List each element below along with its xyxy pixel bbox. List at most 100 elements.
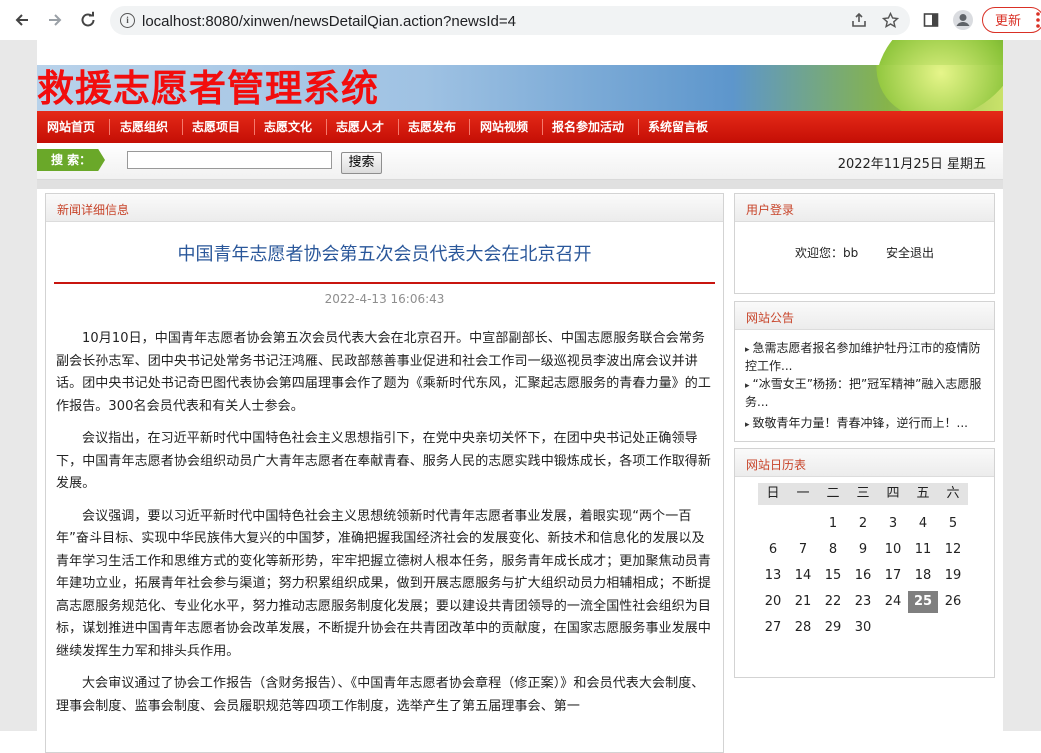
login-status: 欢迎您：bb 安全退出 — [735, 244, 994, 261]
browser-toolbar: i localhost:8080/xinwen/newsDetailQian.a… — [0, 0, 1041, 41]
news-timestamp: 2022-4-13 16:06:43 — [324, 292, 445, 306]
calendar-day: 18 — [914, 568, 932, 583]
calendar-weekday: 三 — [848, 483, 878, 505]
nav-separator — [326, 119, 327, 135]
section-gap — [37, 180, 1003, 189]
panel-heading: 新闻详细信息 — [57, 203, 130, 217]
share-icon[interactable] — [850, 11, 868, 29]
calendar-day: 17 — [884, 568, 902, 583]
back-icon[interactable] — [10, 8, 34, 32]
nav-video[interactable]: 网站视频 — [480, 111, 528, 143]
announcement-panel: 网站公告 ▸ 急需志愿者报名参加维护牡丹江市的疫情防控工作... ▸ “冰雪女王”杨… — [734, 301, 995, 442]
news-body: 10月10日，中国青年志愿者协会第五次会员代表大会在北京召开。中宣部副部长、中国… — [56, 328, 716, 728]
calendar-day: 19 — [944, 568, 962, 583]
nav-projects[interactable]: 志愿项目 — [192, 111, 240, 143]
panel-header: 网站公告 — [735, 302, 994, 330]
calendar-day: 10 — [884, 542, 902, 557]
nav-culture[interactable]: 志愿文化 — [264, 111, 312, 143]
nav-separator — [469, 119, 470, 135]
page-background: 救援志愿者管理系统 网站首页 志愿组织 志愿项目 志愿文化 志愿人才 志愿发布 … — [0, 40, 1041, 753]
calendar-day: 29 — [824, 620, 842, 635]
calendar-day: 3 — [888, 516, 898, 531]
profile-avatar-icon[interactable] — [951, 8, 975, 32]
forward-icon[interactable] — [43, 8, 67, 32]
nav-separator — [638, 119, 639, 135]
panel-heading: 网站公告 — [746, 311, 795, 325]
nav-separator — [182, 119, 183, 135]
url-text[interactable]: localhost:8080/xinwen/newsDetailQian.act… — [142, 13, 516, 30]
calendar-day: 9 — [858, 542, 868, 557]
nav-organizations[interactable]: 志愿组织 — [120, 111, 168, 143]
nav-signup-activity[interactable]: 报名参加活动 — [552, 111, 624, 143]
nav-separator — [542, 119, 543, 135]
calendar-panel: 网站日历表 日一二三四五六 1 2 3 4 5 6 7 8 9 10 11 12 13 14 15 16 17 18… — [734, 448, 995, 678]
calendar-day: 21 — [794, 594, 812, 609]
update-label: 更新 — [995, 13, 1022, 28]
search-input[interactable] — [127, 151, 332, 169]
main-navigation: 网站首页 志愿组织 志愿项目 志愿文化 志愿人才 志愿发布 网站视频 报名参加活… — [37, 111, 1003, 143]
site-info-icon[interactable]: i — [120, 13, 135, 28]
announcement-item[interactable]: ▸ 致敬青年力量！青春冲锋，逆行而上！... — [745, 415, 987, 433]
announcement-item[interactable]: ▸ 急需志愿者报名参加维护牡丹江市的疫情防控工作... — [745, 340, 987, 374]
announcement-link[interactable]: 致敬青年力量！青春冲锋，逆行而上！... — [753, 416, 968, 430]
calendar-day: 27 — [764, 620, 782, 635]
search-button[interactable]: 搜索 — [341, 152, 382, 174]
panel-header: 网站日历表 — [735, 449, 994, 477]
calendar-weekday: 二 — [818, 483, 848, 505]
calendar-day: 1 — [828, 516, 838, 531]
calendar-day: 13 — [764, 568, 782, 583]
calendar-weekday: 日 — [758, 483, 788, 505]
panel-header: 用户登录 — [735, 194, 994, 222]
calendar-day: 28 — [794, 620, 812, 635]
news-paragraph: 会议强调，要以习近平新时代中国特色社会主义思想统领新时代青年志愿者事业发展，着眼… — [56, 508, 712, 659]
calendar-day: 26 — [944, 594, 962, 609]
search-bar: 搜 索： 搜索 2022年11月25日 星期五 — [37, 143, 1003, 180]
announcement-link[interactable]: 急需志愿者报名参加维护牡丹江市的疫情防控工作... — [745, 341, 981, 373]
more-menu-icon[interactable] — [1026, 8, 1041, 32]
nav-publish[interactable]: 志愿发布 — [408, 111, 456, 143]
news-paragraph: 大会审议通过了协会工作报告（含财务报告）、《中国青年志愿者协会章程（修正案）》和… — [56, 676, 705, 714]
nav-guestbook[interactable]: 系统留言板 — [648, 111, 708, 143]
address-bar[interactable]: i localhost:8080/xinwen/newsDetailQian.a… — [110, 6, 910, 35]
current-date: 2022年11月25日 星期五 — [837, 157, 986, 172]
calendar-day: 15 — [824, 568, 842, 583]
panel-header: 新闻详细信息 — [46, 194, 723, 222]
calendar-day: 7 — [798, 542, 808, 557]
news-detail-panel: 新闻详细信息 中国青年志愿者协会第五次会员代表大会在北京召开 2022-4-13… — [45, 193, 724, 753]
calendar-day: 8 — [828, 542, 838, 557]
calendar-day-today: 25 — [908, 591, 938, 613]
bullet-icon: ▸ — [745, 345, 750, 355]
side-panel-icon[interactable] — [919, 8, 943, 32]
calendar-day: 14 — [794, 568, 812, 583]
bullet-icon: ▸ — [745, 381, 750, 391]
bullet-icon: ▸ — [745, 420, 750, 430]
nav-home[interactable]: 网站首页 — [47, 111, 95, 143]
panel-heading: 网站日历表 — [746, 458, 807, 472]
calendar-day: 23 — [854, 594, 872, 609]
calendar-day: 11 — [914, 542, 932, 557]
calendar-weekday: 一 — [788, 483, 818, 505]
announcement-link[interactable]: “冰雪女王”杨扬：把”冠军精神”融入志愿服务... — [745, 377, 981, 409]
title-divider — [54, 282, 715, 284]
nav-separator — [109, 119, 110, 135]
calendar-weekday: 四 — [878, 483, 908, 505]
welcome-text: 欢迎您：bb — [794, 246, 859, 260]
calendar-day: 12 — [944, 542, 962, 557]
nav-separator — [254, 119, 255, 135]
reload-icon[interactable] — [76, 8, 100, 32]
panel-heading: 用户登录 — [746, 203, 795, 217]
news-paragraph: 会议指出，在习近平新时代中国特色社会主义思想指引下，在党中央亲切关怀下，在团中央… — [56, 431, 712, 491]
bookmark-star-icon[interactable] — [881, 11, 899, 29]
calendar-day: 16 — [854, 568, 872, 583]
calendar-weekday: 五 — [908, 483, 938, 505]
announcement-item[interactable]: ▸ “冰雪女王”杨扬：把”冠军精神”融入志愿服务... — [745, 376, 987, 410]
news-title: 中国青年志愿者协会第五次会员代表大会在北京召开 — [177, 244, 592, 265]
calendar-day: 5 — [948, 516, 958, 531]
logout-link[interactable]: 安全退出 — [886, 246, 934, 260]
nav-separator — [398, 119, 399, 135]
news-paragraph: 10月10日，中国青年志愿者协会第五次会员代表大会在北京召开。中宣部副部长、中国… — [56, 331, 712, 414]
nav-talent[interactable]: 志愿人才 — [336, 111, 384, 143]
site-container: 救援志愿者管理系统 网站首页 志愿组织 志愿项目 志愿文化 志愿人才 志愿发布 … — [37, 40, 1003, 753]
calendar-weekday: 六 — [938, 483, 968, 505]
calendar-day: 24 — [884, 594, 902, 609]
